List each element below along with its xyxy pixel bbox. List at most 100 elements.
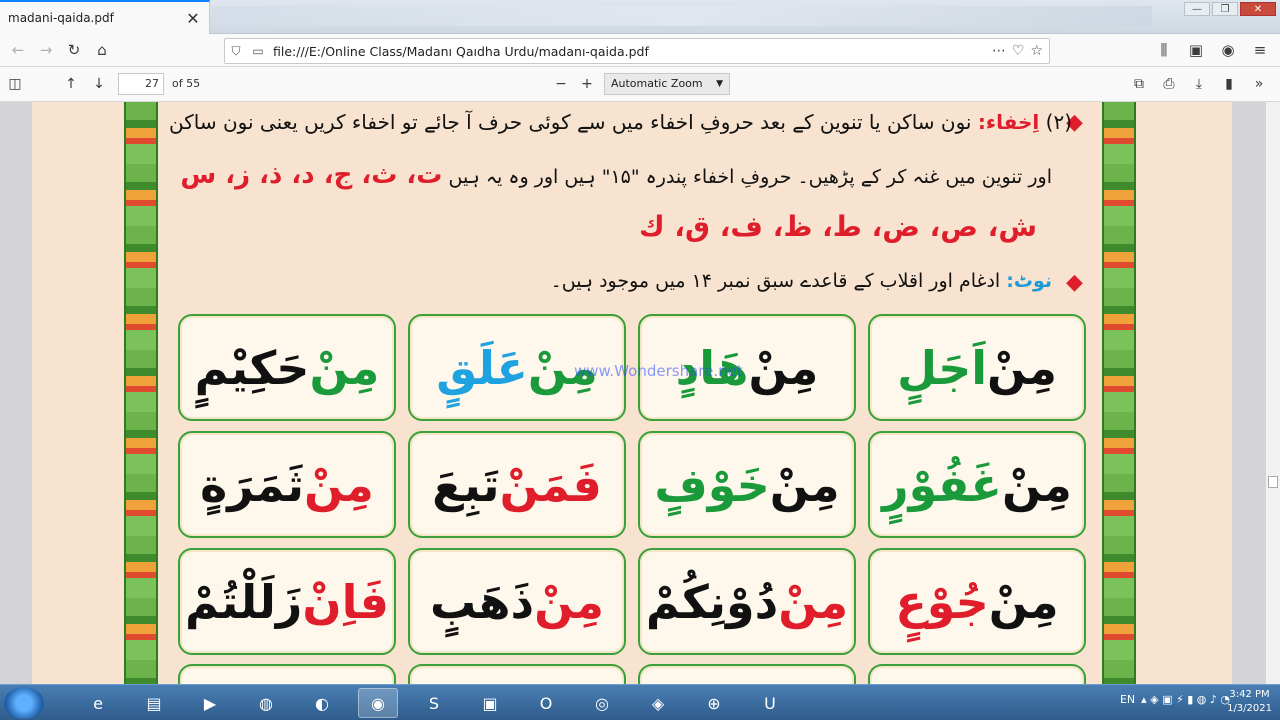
word-part: مِنْ xyxy=(987,340,1057,395)
clock-time: 3:42 PM xyxy=(1229,689,1270,700)
home-icon[interactable]: ⌂ xyxy=(88,36,116,64)
tab-strip: madani-qaida.pdf ✕ — ❐ ✕ xyxy=(0,0,1280,34)
rule-text-2: اور تنوین میں غنہ کر کے پڑھیں۔ حروفِ اخف… xyxy=(448,166,1052,188)
reload-icon[interactable]: ↻ xyxy=(60,36,88,64)
bookmark-star-icon[interactable]: ☆ xyxy=(1030,43,1043,59)
vertical-scrollbar[interactable] xyxy=(1266,102,1280,684)
word-part: جُوْعٍ xyxy=(895,574,989,629)
note-label: نوٹ: xyxy=(1006,270,1052,292)
word-card: فَاِنْ زَلَلْتُمْ xyxy=(178,548,396,655)
word-part: فَاِنْ xyxy=(302,574,390,629)
word-part: اَجَلٍ xyxy=(897,340,988,395)
rule-line-2: اور تنوین میں غنہ کر کے پڑھیں۔ حروفِ اخف… xyxy=(180,160,1052,190)
word-card-partial xyxy=(638,664,856,684)
word-card-partial xyxy=(408,664,626,684)
rule-text-1: نون ساکن یا تنوین کے بعد حروفِ اخفاء میں… xyxy=(169,110,972,134)
address-bar[interactable]: ⛉ ▭ file:///E:/Online Class/Madanı Qaıdh… xyxy=(224,38,1050,64)
pocket-icon[interactable]: ♡ xyxy=(1012,43,1025,59)
word-part: مِنْ xyxy=(304,457,374,512)
language-indicator[interactable]: EN xyxy=(1120,693,1135,706)
word-part: مِنْ xyxy=(769,457,840,512)
word-part: زَلَلْتُمْ xyxy=(184,574,303,629)
word-part: دُوْنِكُمْ xyxy=(645,574,779,629)
word-card: مِنْ غَفُوْرٍ xyxy=(868,431,1086,538)
page-actions-icon[interactable]: ⋯ xyxy=(992,43,1006,59)
watermark: www.Wondershare.net xyxy=(574,362,743,380)
word-card: مِنْ جُوْعٍ xyxy=(868,548,1086,655)
page-number-input[interactable]: 27 xyxy=(118,73,164,95)
word-part: فَمَنْ xyxy=(499,457,602,512)
tab-close-icon[interactable]: ✕ xyxy=(183,8,203,28)
restore-button[interactable]: ❐ xyxy=(1212,2,1238,16)
app-icon[interactable]: ◎ xyxy=(582,688,622,718)
app-icon[interactable]: ◈ xyxy=(638,688,678,718)
word-card: مِنْ اَجَلٍ xyxy=(868,314,1086,421)
system-tray: EN ▴ ◈ ▣ ⚡ ▮ ◍ ♪ ◔ xyxy=(1120,693,1230,706)
word-card: مِنْ ذَهَبٍ xyxy=(408,548,626,655)
opera-icon[interactable]: O xyxy=(526,688,566,718)
skype-icon[interactable]: S xyxy=(414,688,454,718)
next-page-icon[interactable]: ↓ xyxy=(86,71,112,97)
word-card: مِنْ خَوْفٍ xyxy=(638,431,856,538)
bullet-marker-icon: ◆ xyxy=(1066,270,1083,295)
word-part: مِنْ xyxy=(748,340,819,395)
word-part: مِنْ xyxy=(534,574,605,629)
previous-page-icon[interactable]: ↑ xyxy=(58,71,84,97)
note-text: ادغام اور اقلاب کے قاعدے سبق نمبر ۱۴ میں… xyxy=(550,270,1001,292)
word-card: مِنْ حَكِيْمٍ xyxy=(178,314,396,421)
tab-title: madani-qaida.pdf xyxy=(8,11,114,25)
word-part: ثَمَرَةٍ xyxy=(200,457,304,512)
word-part: مِنْ xyxy=(778,574,849,629)
clock-date: 1/3/2021 xyxy=(1227,703,1272,714)
internet-explorer-icon[interactable]: e xyxy=(78,688,118,718)
ur-browser-icon[interactable]: U xyxy=(750,688,790,718)
word-card: مِنْ دُوْنِكُمْ xyxy=(638,548,856,655)
window-controls: — ❐ ✕ xyxy=(1184,2,1276,16)
word-part: حَكِيْمٍ xyxy=(194,340,310,395)
tools-icon[interactable]: » xyxy=(1246,71,1272,97)
letters-group-a: ت، ث، ج، د، ذ، ز، س xyxy=(180,160,443,190)
minimize-button[interactable]: — xyxy=(1184,2,1210,16)
file-explorer-icon[interactable]: ▤ xyxy=(134,688,174,718)
library-icon[interactable]: ⫼ xyxy=(1150,36,1178,64)
toggle-sidebar-icon[interactable]: ◫ xyxy=(2,71,28,97)
word-card-partial xyxy=(868,664,1086,684)
start-button[interactable] xyxy=(4,687,44,719)
word-part: ذَهَبٍ xyxy=(429,574,535,629)
zoom-select[interactable]: Automatic Zoom ▼ xyxy=(604,73,730,95)
chrome-icon[interactable]: ◍ xyxy=(246,688,286,718)
file-icon: ▭ xyxy=(252,44,264,58)
zoom-in-icon[interactable]: + xyxy=(574,71,600,97)
app-icon[interactable]: ▣ xyxy=(470,688,510,718)
media-player-icon[interactable]: ▶ xyxy=(190,688,230,718)
save-icon[interactable]: ⤓ xyxy=(1186,71,1212,97)
pdf-toolbar: ◫ ↑ ↓ 27 of 55 − + Automatic Zoom ▼ ⧉ ⎙ … xyxy=(0,67,1280,102)
back-arrow-icon[interactable]: ← xyxy=(4,36,32,64)
word-part: مِنْ xyxy=(988,574,1059,629)
edge-icon[interactable]: ◐ xyxy=(302,688,342,718)
bookmark-icon[interactable]: ▮ xyxy=(1216,71,1242,97)
rule-number: (۲) xyxy=(1045,110,1072,134)
print-icon[interactable]: ⎙ xyxy=(1156,71,1182,97)
shield-icon[interactable]: ⛉ xyxy=(225,44,247,59)
clock[interactable]: 3:42 PM 1/3/2021 xyxy=(1227,688,1272,716)
presentation-mode-icon[interactable]: ⧉ xyxy=(1126,71,1152,97)
forward-arrow-icon[interactable]: → xyxy=(32,36,60,64)
word-part: مِنْ xyxy=(1001,457,1072,512)
sidebar-icon[interactable]: ▣ xyxy=(1182,36,1210,64)
zoom-out-icon[interactable]: − xyxy=(548,71,574,97)
account-icon[interactable]: ◉ xyxy=(1214,36,1242,64)
tab-madani-qaida[interactable]: madani-qaida.pdf ✕ xyxy=(0,0,210,34)
pdf-viewer[interactable]: ◆ (۲) اِخفاء: نون ساکن یا تنوین کے بعد ح… xyxy=(0,102,1280,684)
scroll-thumb[interactable] xyxy=(1268,476,1278,488)
app-icon[interactable]: ⊕ xyxy=(694,688,734,718)
taskbar: e ▤ ▶ ◍ ◐ ◉ S ▣ O ◎ ◈ ⊕ U EN ▴ ◈ ▣ ⚡ ▮ ◍… xyxy=(0,684,1280,720)
word-part: تَبِعَ xyxy=(432,457,500,512)
url-text[interactable]: file:///E:/Online Class/Madanı Qaıdha Ur… xyxy=(269,44,992,59)
tray-icons[interactable]: ▴ ◈ ▣ ⚡ ▮ ◍ ♪ ◔ xyxy=(1141,693,1230,706)
firefox-icon[interactable]: ◉ xyxy=(358,688,398,718)
chevron-down-icon: ▼ xyxy=(716,79,723,89)
close-window-button[interactable]: ✕ xyxy=(1240,2,1276,16)
word-part: غَفُوْرٍ xyxy=(882,457,1002,512)
menu-icon[interactable]: ≡ xyxy=(1246,36,1274,64)
